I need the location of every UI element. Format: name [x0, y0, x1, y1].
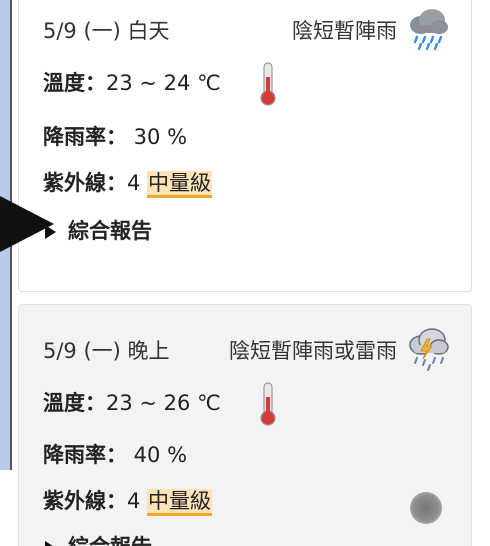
rain-chance-label: 降雨率：	[43, 125, 127, 149]
rain-chance-row: 降雨率： 30 %	[43, 123, 187, 151]
rain-chance-value: 40 %	[127, 443, 188, 467]
uv-value: 4	[127, 489, 148, 513]
rain-chance-value: 30 %	[127, 125, 188, 149]
report-toggle[interactable]: 綜合報告	[45, 533, 152, 546]
forecast-date: 5/9 (一) 白天	[43, 19, 170, 43]
temperature-row: 溫度：23 ~ 24 ℃	[43, 69, 221, 97]
temperature-label: 溫度：	[43, 71, 106, 95]
forecast-date: 5/9 (一) 晚上	[43, 339, 170, 363]
uv-label: 紫外線：	[43, 171, 127, 195]
rain-cloud-icon	[410, 9, 448, 51]
touch-indicator-icon	[410, 492, 442, 524]
uv-row: 紫外線：4 中量級	[43, 487, 213, 516]
thermometer-icon	[260, 62, 276, 106]
forecast-weather: 陰短暫陣雨	[292, 19, 397, 43]
uv-row: 紫外線：4 中量級	[43, 169, 213, 198]
forecast-card-night: 5/9 (一) 晚上 陰短暫陣雨或雷雨 溫度：23 ~ 26 ℃ 降雨率： 40…	[18, 304, 472, 546]
report-toggle[interactable]: 綜合報告	[45, 217, 152, 245]
uv-level-badge: 中量級	[147, 489, 213, 516]
thermometer-icon	[260, 382, 276, 426]
temperature-row: 溫度：23 ~ 26 ℃	[43, 389, 221, 417]
forecast-card-day: 5/9 (一) 白天 陰短暫陣雨 溫度：23 ~ 24 ℃ 降雨率： 30 % …	[18, 0, 472, 292]
uv-label: 紫外線：	[43, 489, 127, 513]
uv-value: 4	[127, 171, 148, 195]
uv-level-badge: 中量級	[147, 171, 213, 198]
rain-chance-row: 降雨率： 40 %	[43, 441, 187, 469]
mouse-pointer-icon	[0, 196, 54, 252]
report-label: 綜合報告	[68, 535, 152, 546]
expand-triangle-icon	[45, 541, 56, 546]
temperature-label: 溫度：	[43, 391, 106, 415]
rain-chance-label: 降雨率：	[43, 443, 127, 467]
temperature-value: 23 ~ 26 ℃	[106, 391, 221, 415]
thunderstorm-cloud-icon	[409, 328, 449, 371]
temperature-value: 23 ~ 24 ℃	[106, 71, 221, 95]
report-label: 綜合報告	[68, 219, 152, 243]
forecast-panel: 5/9 (一) 白天 陰短暫陣雨 溫度：23 ~ 24 ℃ 降雨率： 30 % …	[0, 0, 490, 546]
forecast-weather: 陰短暫陣雨或雷雨	[229, 339, 397, 363]
